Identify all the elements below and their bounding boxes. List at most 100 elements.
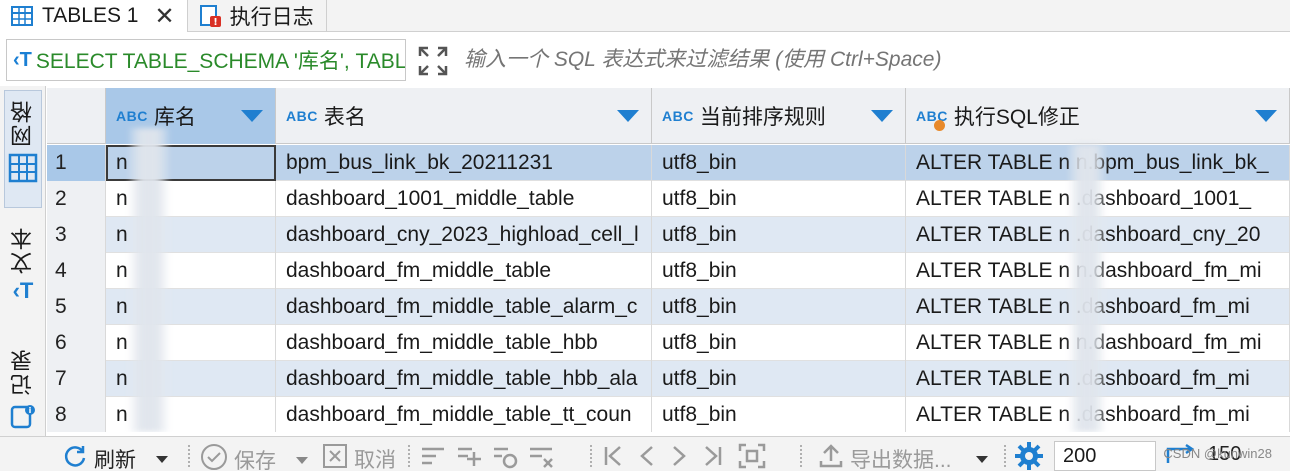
sql-query-text: SELECT TABLE_SCHEMA '库名', TABL xyxy=(35,50,406,73)
tab-tables-1[interactable]: TABLES 1 ✕ xyxy=(0,0,188,32)
tab-execution-log[interactable]: ! 执行日志 xyxy=(188,0,327,32)
redaction-blur xyxy=(129,128,169,432)
grid-icon xyxy=(8,153,38,188)
record-icon: i xyxy=(9,402,37,435)
toolbar-separator xyxy=(1004,445,1006,467)
row-focus-icon[interactable] xyxy=(738,443,766,471)
refresh-icon xyxy=(62,443,88,471)
cancel-label: 取消 xyxy=(354,449,396,471)
chevron-down-icon[interactable] xyxy=(156,455,168,463)
modified-dot-icon xyxy=(934,120,945,131)
cell-table-name[interactable]: dashboard_fm_middle_table_alarm_c xyxy=(276,289,652,325)
sort-filter-icon[interactable] xyxy=(241,110,263,122)
toolbar-separator xyxy=(590,445,592,467)
delete-row-icon[interactable] xyxy=(528,443,554,471)
sql-query-field[interactable]: ‹T SELECT TABLE_SCHEMA '库名', TABL xyxy=(6,39,406,81)
sort-filter-icon[interactable] xyxy=(871,110,893,122)
cell-table-name[interactable]: dashboard_fm_middle_table_hbb xyxy=(276,325,652,361)
text-icon: ‹T xyxy=(12,278,34,303)
row-number[interactable]: 7 xyxy=(47,361,106,397)
cell-table-name[interactable]: dashboard_fm_middle_table_hbb_ala xyxy=(276,361,652,397)
row-number[interactable]: 8 xyxy=(47,397,106,432)
row-number-header[interactable] xyxy=(47,88,106,144)
svg-text:!: ! xyxy=(213,17,218,28)
row-number[interactable]: 6 xyxy=(47,325,106,361)
export-label: 导出数据... xyxy=(850,449,952,471)
column-header-collation[interactable]: ABC 当前排序规则 xyxy=(652,88,906,144)
sort-filter-icon[interactable] xyxy=(617,110,639,122)
column-header-table[interactable]: ABC 表名 xyxy=(276,88,652,144)
settings-gear-icon[interactable] xyxy=(1014,441,1044,471)
filter-bar: ‹T SELECT TABLE_SCHEMA '库名', TABL xyxy=(0,36,1290,84)
chevron-down-icon[interactable] xyxy=(975,455,988,463)
cell-collation[interactable]: utf8_bin xyxy=(652,181,906,217)
column-label: 执行SQL修正 xyxy=(953,106,1080,129)
cell-table-name[interactable]: dashboard_fm_middle_table xyxy=(276,253,652,289)
pagination-controls xyxy=(602,443,766,471)
bottom-toolbar: 刷新 保存 取消 导出数据... 200 150 CSDN @kunwin28 xyxy=(0,436,1290,471)
row-number[interactable]: 1 xyxy=(47,145,106,181)
cell-collation[interactable]: utf8_bin xyxy=(652,217,906,253)
filter-expression-input[interactable] xyxy=(458,39,1290,81)
row-number[interactable]: 3 xyxy=(47,217,106,253)
cancel-button[interactable]: 取消 xyxy=(322,443,396,471)
side-tab-label: 文本 xyxy=(10,226,35,274)
refresh-button[interactable]: 刷新 xyxy=(62,443,168,471)
tab-bar: TABLES 1 ✕ ! 执行日志 xyxy=(0,0,1290,32)
previous-page-icon[interactable] xyxy=(638,444,656,471)
side-tab-grid[interactable]: 网格 xyxy=(4,90,42,208)
column-label: 表名 xyxy=(323,106,366,129)
watermark: CSDN @kunwin28 xyxy=(1163,446,1272,461)
refresh-label: 刷新 xyxy=(94,449,136,471)
side-tab-label: 记录 xyxy=(10,348,35,396)
sql-text-icon: ‹T xyxy=(13,48,32,71)
cancel-box-icon xyxy=(322,443,348,471)
first-page-icon[interactable] xyxy=(602,444,624,471)
results-grid: ABC 库名 ABC 表名 ABC 当前排序规则 ABC 执行SQL修正 1nb… xyxy=(47,88,1290,432)
row-number[interactable]: 5 xyxy=(47,289,106,325)
cell-collation[interactable]: utf8_bin xyxy=(652,289,906,325)
edit-row-icon[interactable] xyxy=(420,443,446,471)
grid-header: ABC 库名 ABC 表名 ABC 当前排序规则 ABC 执行SQL修正 xyxy=(47,88,1290,144)
cell-collation[interactable]: utf8_bin xyxy=(652,145,906,181)
copy-row-icon[interactable] xyxy=(492,443,518,471)
cell-collation[interactable]: utf8_bin xyxy=(652,325,906,361)
column-label: 库名 xyxy=(153,106,196,129)
close-icon[interactable]: ✕ xyxy=(155,2,175,31)
string-type-badge: ABC xyxy=(662,108,694,124)
table-grid-icon xyxy=(10,4,34,28)
save-label: 保存 xyxy=(234,450,276,471)
export-data-button[interactable]: 导出数据... xyxy=(818,443,988,471)
tab-label: 执行日志 xyxy=(229,6,314,29)
cell-table-name[interactable]: bpm_bus_link_bk_20211231 xyxy=(276,145,652,181)
string-type-badge: ABC xyxy=(116,108,148,124)
export-upload-icon xyxy=(818,443,844,471)
save-button[interactable]: 保存 xyxy=(200,443,308,471)
column-header-sql[interactable]: ABC 执行SQL修正 xyxy=(906,88,1290,144)
sort-filter-icon[interactable] xyxy=(1255,110,1277,122)
check-circle-icon xyxy=(200,443,228,471)
log-error-icon: ! xyxy=(198,4,222,28)
last-page-icon[interactable] xyxy=(702,444,724,471)
tab-label: TABLES 1 xyxy=(42,4,139,27)
toolbar-separator xyxy=(188,445,190,467)
cell-collation[interactable]: utf8_bin xyxy=(652,397,906,432)
expand-icon[interactable] xyxy=(416,44,450,78)
cell-collation[interactable]: utf8_bin xyxy=(652,253,906,289)
chevron-down-icon[interactable] xyxy=(296,456,308,464)
row-number[interactable]: 2 xyxy=(47,181,106,217)
side-tab-text[interactable]: 文本 ‹T xyxy=(4,226,42,336)
add-row-icon[interactable] xyxy=(456,443,482,471)
fetch-size-input[interactable]: 200 xyxy=(1054,441,1156,471)
side-tab-label: 网格 xyxy=(10,99,35,147)
cell-table-name[interactable]: dashboard_cny_2023_highload_cell_l xyxy=(276,217,652,253)
row-number[interactable]: 4 xyxy=(47,253,106,289)
view-mode-panel: 网格 文本 ‹T 记录 i xyxy=(0,86,46,471)
redaction-blur xyxy=(1069,144,1105,432)
cell-table-name[interactable]: dashboard_1001_middle_table xyxy=(276,181,652,217)
cell-table-name[interactable]: dashboard_fm_middle_table_tt_coun xyxy=(276,397,652,432)
toolbar-separator xyxy=(408,445,410,467)
cell-collation[interactable]: utf8_bin xyxy=(652,361,906,397)
toolbar-separator xyxy=(800,445,802,467)
next-page-icon[interactable] xyxy=(670,444,688,471)
